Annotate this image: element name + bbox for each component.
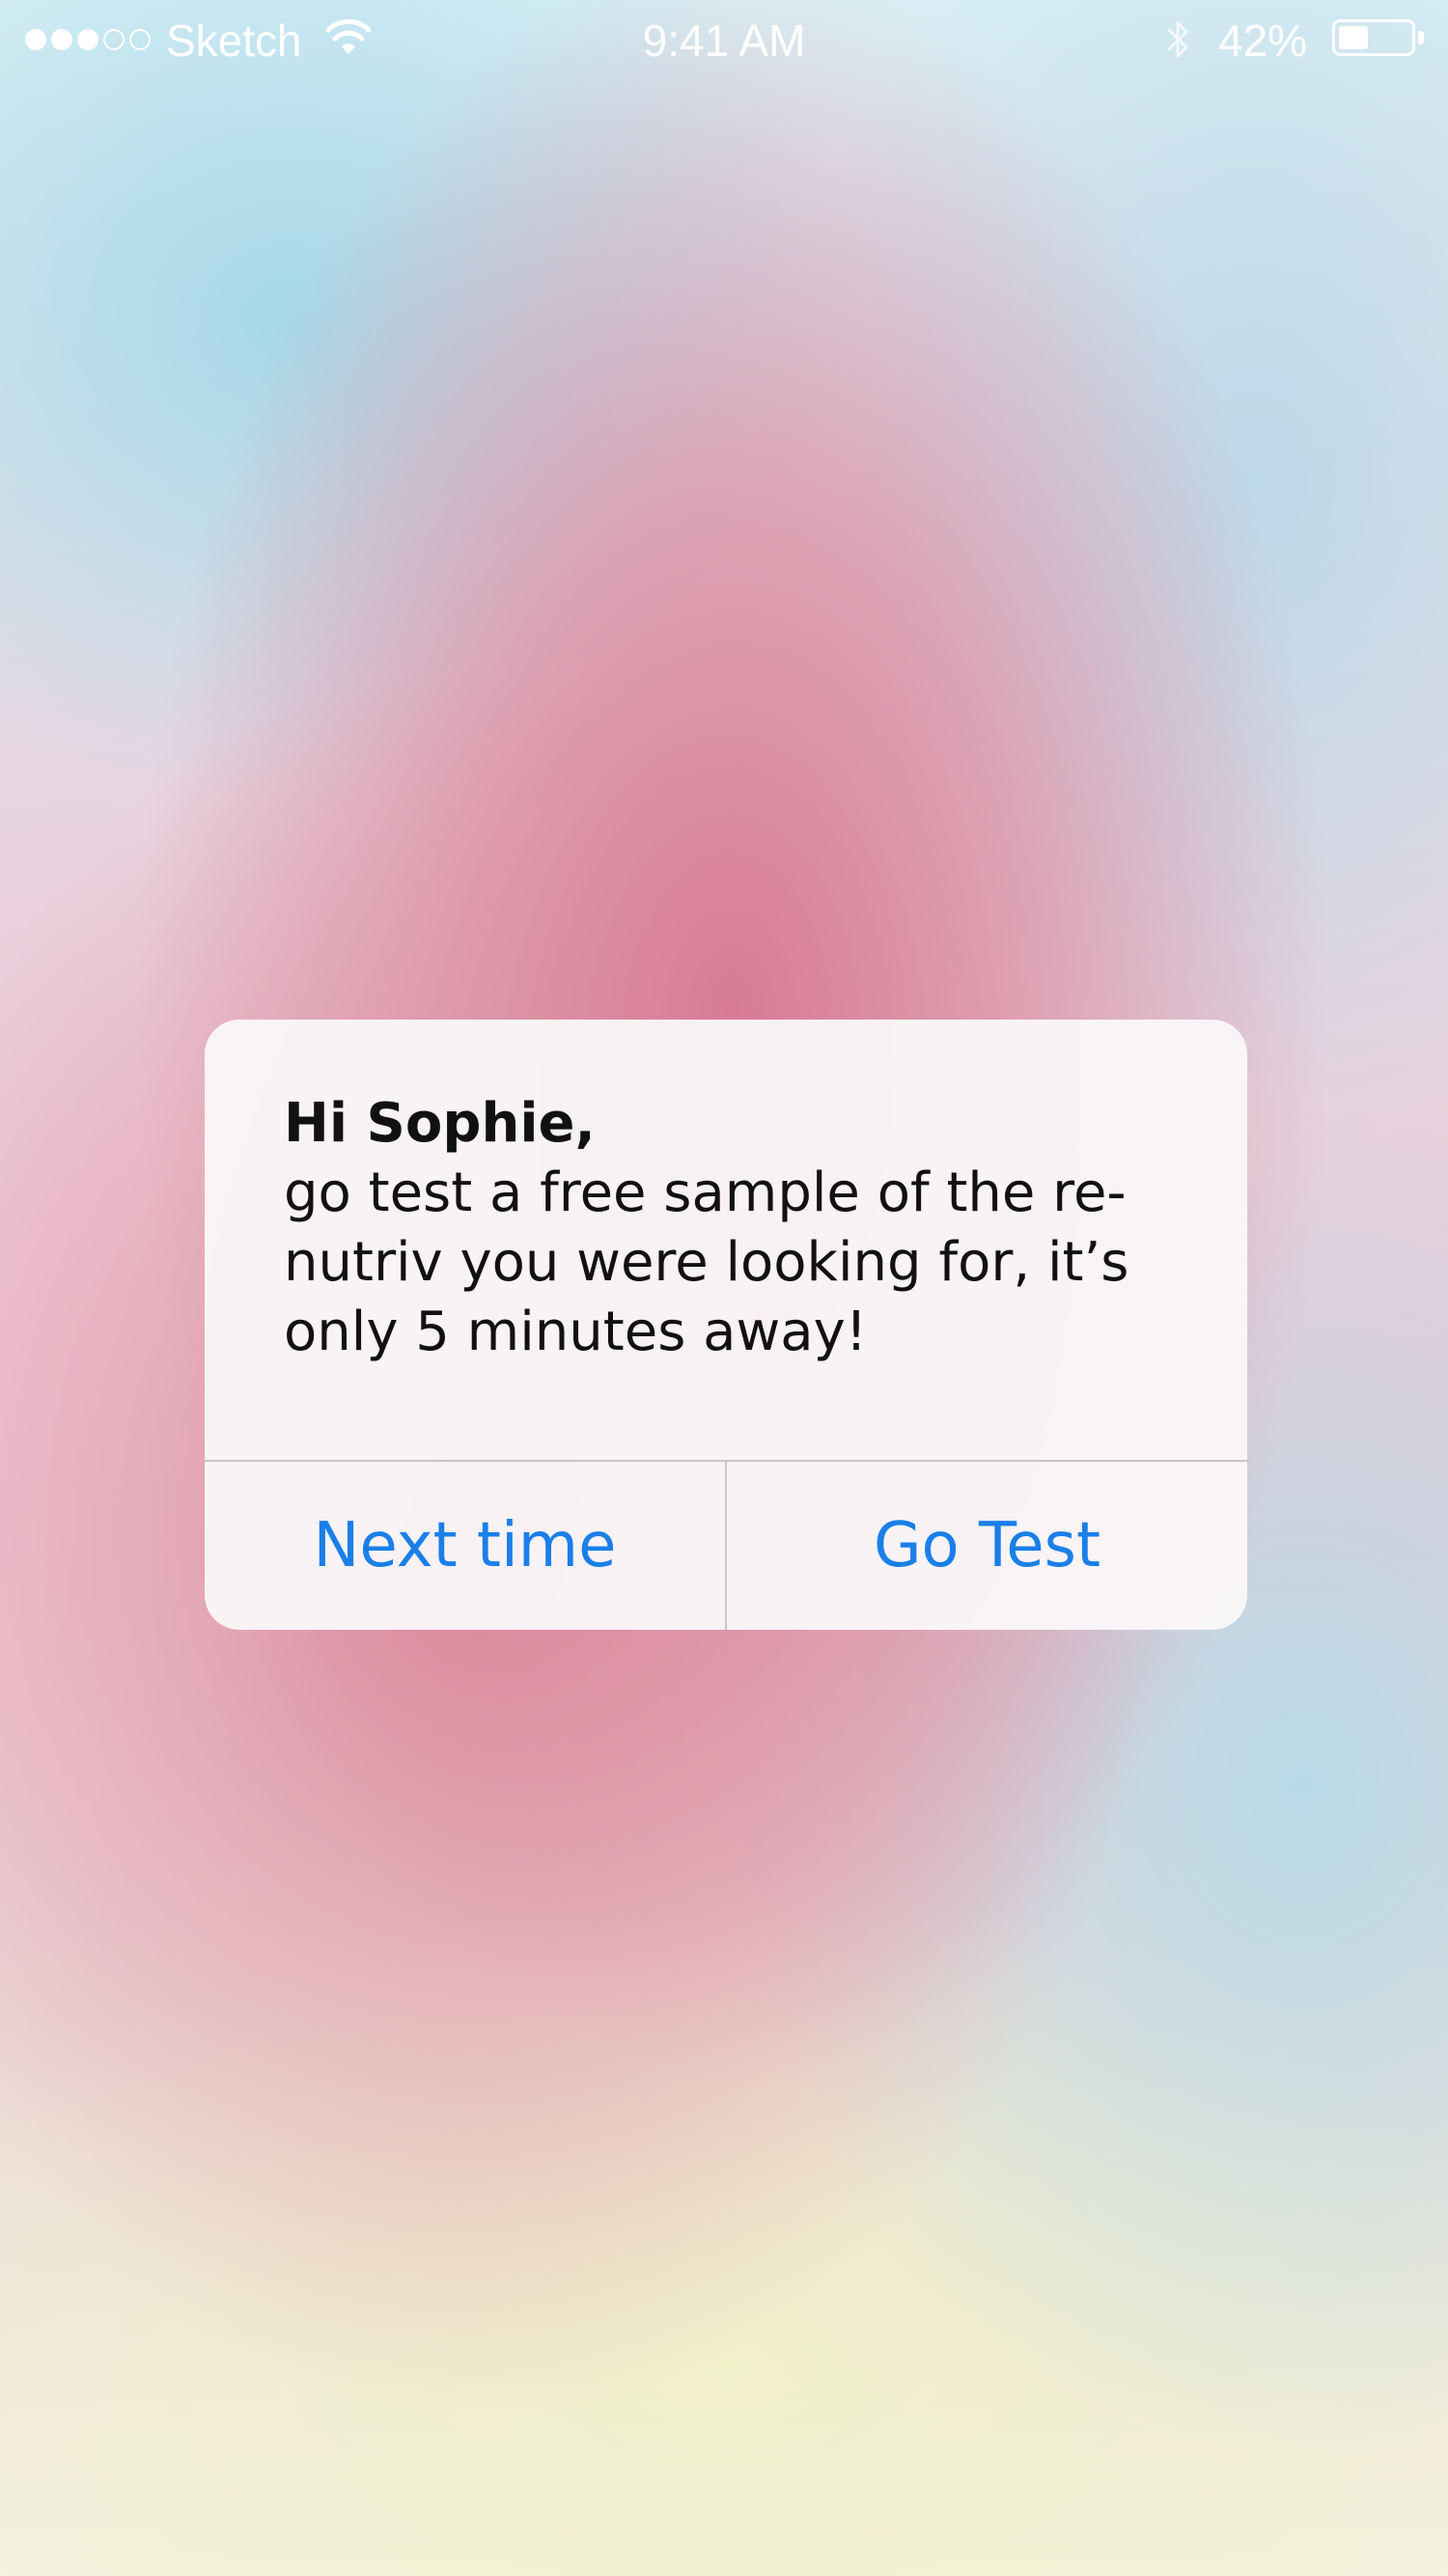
battery-icon xyxy=(1332,19,1415,56)
alert-dialog: Hi Sophie, go test a free sample of the … xyxy=(205,1020,1247,1630)
battery-percentage: 42% xyxy=(1218,15,1308,66)
battery-tip xyxy=(1418,31,1424,44)
status-bar: Sketch 9:41 AM 42% xyxy=(0,0,1448,81)
bluetooth-icon xyxy=(1167,21,1188,58)
next-time-button[interactable]: Next time xyxy=(205,1462,725,1630)
alert-body: Hi Sophie, go test a free sample of the … xyxy=(284,1089,1191,1367)
go-test-button[interactable]: Go Test xyxy=(727,1462,1247,1630)
alert-title: Hi Sophie, xyxy=(284,1092,596,1155)
alert-message: go test a free sample of the re-nutriv y… xyxy=(284,1162,1129,1363)
battery-level-fill xyxy=(1339,26,1368,49)
